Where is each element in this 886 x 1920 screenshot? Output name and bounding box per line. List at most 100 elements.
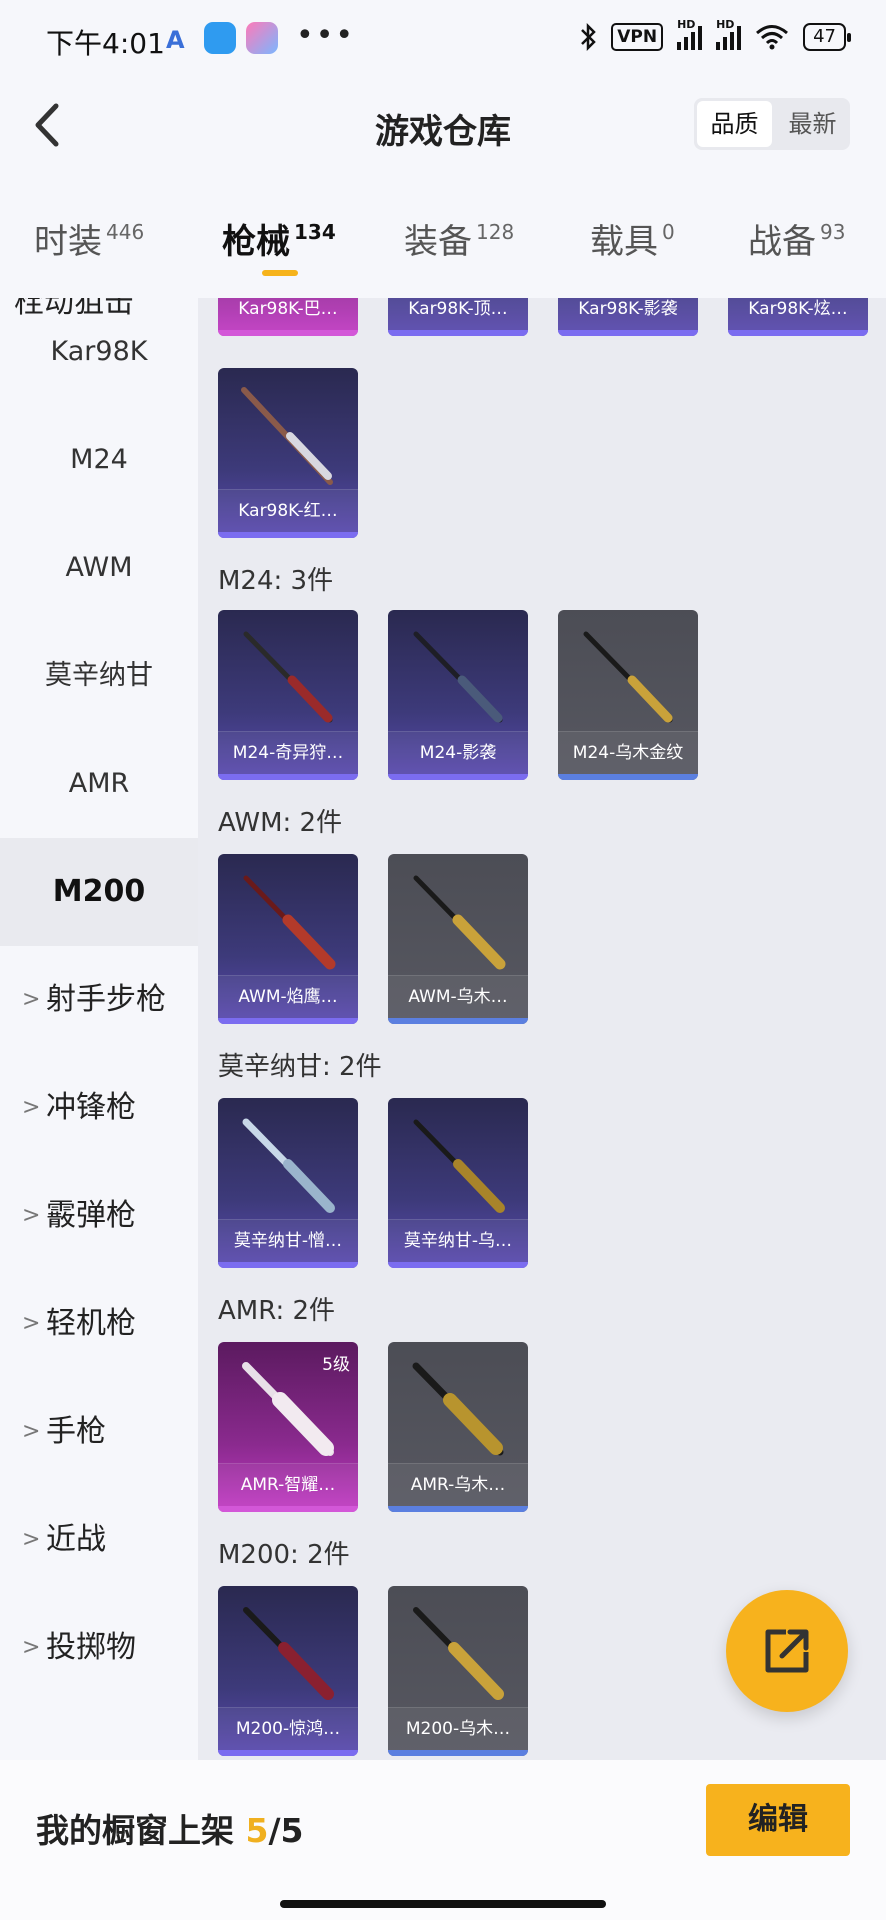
rarity-bar — [218, 532, 358, 538]
item-card[interactable]: Kar98K-顶… — [388, 298, 528, 336]
sidebar-group-pistol[interactable]: > 手枪 — [0, 1378, 198, 1486]
home-indicator[interactable] — [280, 1900, 606, 1908]
section-title-m200: M200: 2件 — [218, 1540, 350, 1570]
rarity-bar — [218, 1262, 358, 1268]
item-card[interactable]: Kar98K-红… — [218, 368, 358, 538]
item-card[interactable]: 莫辛纳甘-乌… — [388, 1098, 528, 1268]
rarity-bar — [388, 774, 528, 780]
sidebar-group-melee[interactable]: > 近战 — [0, 1486, 198, 1594]
item-card[interactable]: M24-乌木金纹 — [558, 610, 698, 780]
item-label: Kar98K-影袭 — [558, 298, 698, 330]
bottom-bar: 我的橱窗上架 5/5 编辑 — [0, 1760, 886, 1920]
rifle-icon — [413, 1119, 505, 1213]
rarity-bar — [218, 774, 358, 780]
item-label: Kar98K-红… — [218, 489, 358, 532]
sidebar-group-marksman[interactable]: > 射手步枪 — [0, 946, 198, 1054]
item-card[interactable]: Kar98K-影袭 — [558, 298, 698, 336]
item-label: M24-影袭 — [388, 731, 528, 774]
rifle-icon — [413, 875, 506, 970]
item-label: Kar98K-炫… — [728, 298, 868, 330]
edit-button[interactable]: 编辑 — [706, 1784, 850, 1856]
rarity-bar — [218, 330, 358, 336]
rifle-icon — [412, 1362, 504, 1456]
item-card[interactable]: AWM-焰鹰… — [218, 854, 358, 1024]
item-label: 莫辛纳甘-乌… — [388, 1219, 528, 1262]
item-label: AWM-焰鹰… — [218, 975, 358, 1018]
vpn-badge: VPN — [611, 23, 664, 51]
rarity-bar — [218, 1018, 358, 1024]
section-title-amr: AMR: 2件 — [218, 1296, 336, 1326]
item-label: AMR-智耀… — [218, 1463, 358, 1506]
item-card[interactable]: M200-乌木… — [388, 1586, 528, 1756]
level-badge: 5级 — [322, 1355, 350, 1375]
sidebar-group-smg[interactable]: > 冲锋枪 — [0, 1054, 198, 1162]
item-label: M200-惊鸿… — [218, 1707, 358, 1750]
item-label: M24-乌木金纹 — [558, 731, 698, 774]
item-card[interactable]: M24-影袭 — [388, 610, 528, 780]
item-card[interactable]: M24-奇异狩… — [218, 610, 358, 780]
rifle-icon — [413, 631, 503, 723]
section-title-awm: AWM: 2件 — [218, 808, 343, 838]
rarity-bar — [388, 1506, 528, 1512]
rarity-bar — [728, 330, 868, 336]
rifle-icon — [242, 1118, 335, 1213]
item-card[interactable]: 莫辛纳甘-憎… — [218, 1098, 358, 1268]
tab-equipment[interactable]: 装备 128 — [404, 214, 514, 263]
sidebar-item-mosin[interactable]: 莫辛纳甘 — [0, 622, 198, 730]
item-label: 莫辛纳甘-憎… — [218, 1219, 358, 1262]
item-card[interactable]: AMR-乌木… — [388, 1342, 528, 1512]
status-time: 下午4:01 — [46, 27, 165, 60]
rifle-icon — [413, 1607, 504, 1700]
sidebar-group-throwables[interactable]: > 投掷物 — [0, 1594, 198, 1702]
tab-guns[interactable]: 枪械 134 — [222, 214, 336, 263]
active-tab-indicator — [262, 270, 298, 276]
sidebar-item-m200[interactable]: M200 — [0, 838, 198, 946]
tab-supplies[interactable]: 战备 93 — [748, 214, 845, 263]
rifle-icon — [243, 1607, 334, 1700]
battery-indicator: 47 — [803, 23, 851, 51]
section-title-mosin: 莫辛纳甘: 2件 — [218, 1052, 382, 1082]
item-label: M24-奇异狩… — [218, 731, 358, 774]
tab-vehicles[interactable]: 载具 0 — [590, 214, 675, 263]
item-card[interactable]: Kar98K-巴… — [218, 298, 358, 336]
sort-quality-button[interactable]: 品质 — [697, 101, 772, 147]
app-chat-icon — [204, 22, 236, 54]
item-label: Kar98K-巴… — [218, 298, 358, 330]
signal-icon-2: HD — [716, 18, 742, 50]
rarity-bar — [388, 330, 528, 336]
rifle-icon — [243, 631, 333, 723]
item-card[interactable]: AWM-乌木… — [388, 854, 528, 1024]
sort-toggle: 品质 最新 — [694, 98, 850, 150]
sidebar: 栓动狙击 Kar98K M24 AWM 莫辛纳甘 AMR M200 > 射手步枪 … — [0, 298, 198, 1760]
rarity-bar — [218, 1506, 358, 1512]
item-card[interactable]: 5级 AMR-智耀… — [218, 1342, 358, 1512]
sort-newest-button[interactable]: 最新 — [775, 98, 850, 150]
share-icon — [765, 1629, 809, 1673]
tab-fashion[interactable]: 时装 446 — [34, 214, 144, 263]
share-fab[interactable] — [726, 1590, 848, 1712]
more-notifications-icon: ••• — [296, 18, 356, 53]
app-a-icon: A — [166, 26, 185, 54]
category-tabs: 时装 446 枪械 134 装备 128 载具 0 战备 93 — [0, 178, 886, 298]
item-label: M200-乌木… — [388, 1707, 528, 1750]
item-grid: Kar98K-巴… Kar98K-顶… Kar98K-影袭 Kar98K-炫… … — [198, 298, 886, 1760]
sidebar-item-kar98k[interactable]: Kar98K — [0, 298, 198, 406]
rarity-bar — [388, 1750, 528, 1756]
sidebar-item-awm[interactable]: AWM — [0, 514, 198, 622]
item-card[interactable]: M200-惊鸿… — [218, 1586, 358, 1756]
item-label: AMR-乌木… — [388, 1463, 528, 1506]
sidebar-group-lmg[interactable]: > 轻机枪 — [0, 1270, 198, 1378]
showcase-status: 我的橱窗上架 5/5 — [36, 1811, 304, 1850]
rifle-icon — [583, 631, 673, 723]
rarity-bar — [388, 1018, 528, 1024]
showcase-count: 5 — [245, 1811, 269, 1850]
sidebar-item-m24[interactable]: M24 — [0, 406, 198, 514]
bluetooth-icon — [581, 22, 597, 52]
rarity-bar — [218, 1750, 358, 1756]
sidebar-item-amr[interactable]: AMR — [0, 730, 198, 838]
item-label: AWM-乌木… — [388, 975, 528, 1018]
wifi-icon — [756, 25, 789, 50]
item-card[interactable]: Kar98K-炫… — [728, 298, 868, 336]
sidebar-group-shotgun[interactable]: > 霰弹枪 — [0, 1162, 198, 1270]
status-bar: 下午4:01 A ••• VPN HD HD 47 — [0, 0, 886, 78]
